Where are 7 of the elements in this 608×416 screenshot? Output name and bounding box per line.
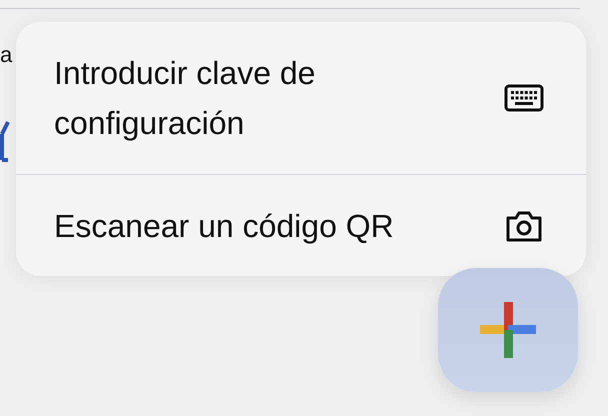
add-button[interactable] bbox=[438, 268, 578, 392]
camera-icon bbox=[504, 208, 544, 242]
stroke-drawing bbox=[0, 120, 10, 164]
plus-icon bbox=[480, 302, 536, 358]
background-text: a bbox=[0, 42, 12, 68]
keyboard-icon bbox=[504, 84, 544, 112]
menu-item[interactable]: Introducir clave de configuración bbox=[16, 22, 586, 174]
